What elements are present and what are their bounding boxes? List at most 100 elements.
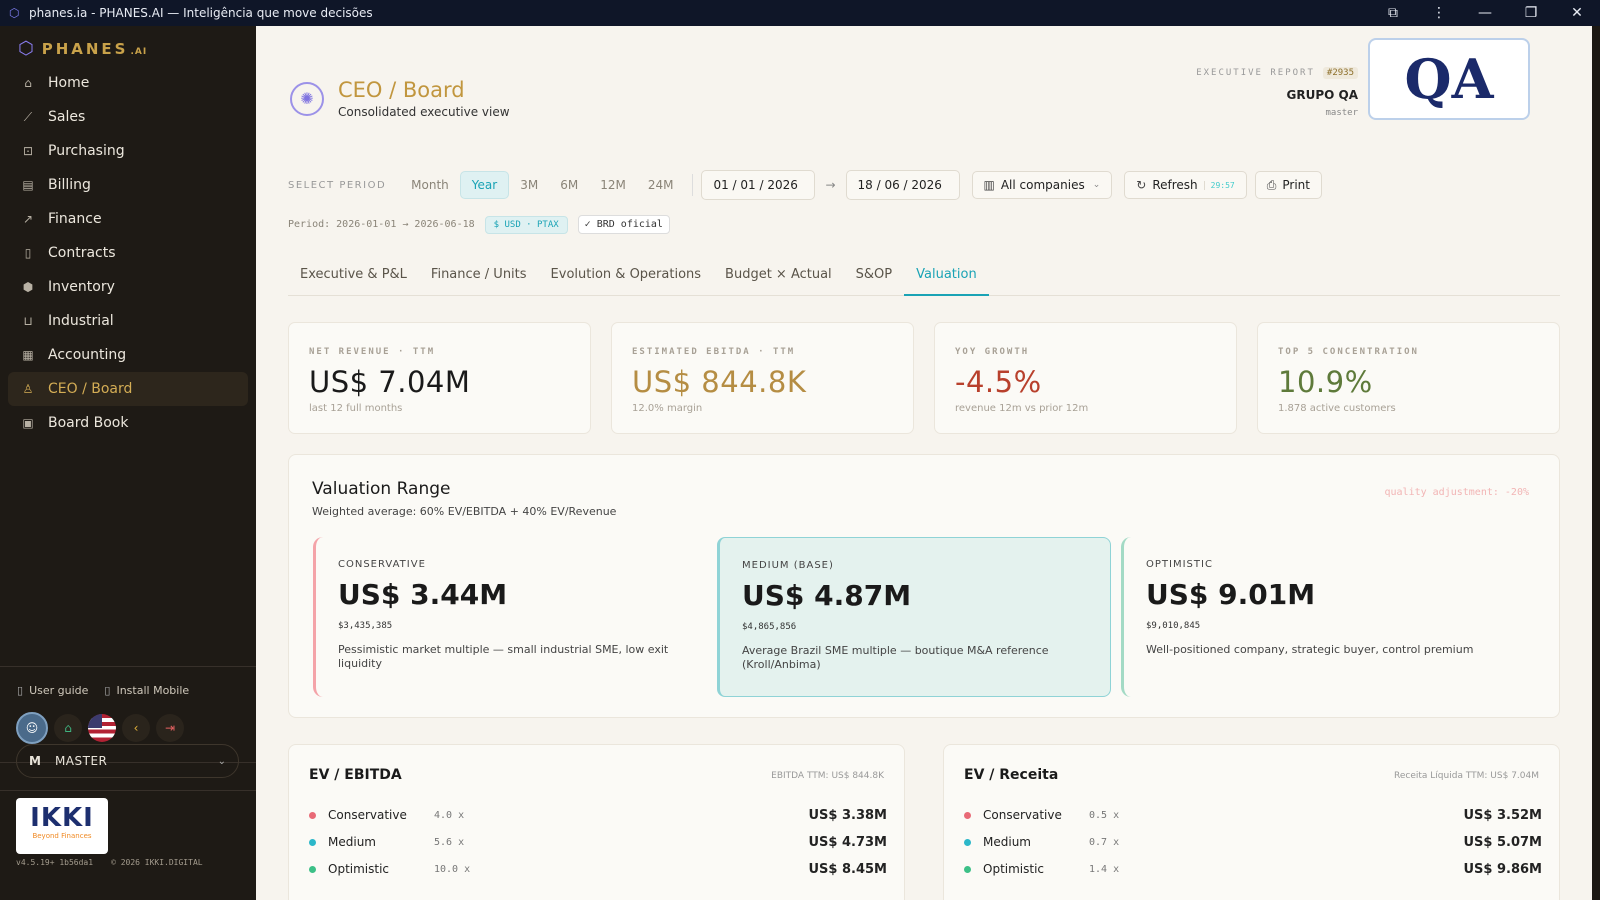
- print-button[interactable]: ⎙ Print: [1254, 171, 1322, 199]
- network-icon: ✺: [290, 81, 324, 116]
- sidebar-divider: [0, 666, 256, 667]
- scenario-value: US$ 4.87M: [742, 579, 912, 612]
- kpi-subtext: 1.878 active customers: [1278, 403, 1396, 414]
- tab-valuation[interactable]: Valuation: [904, 262, 989, 296]
- sidebar-item-sales[interactable]: ⟋ Sales: [8, 100, 248, 134]
- status-dot: [964, 865, 971, 873]
- ev-row-amount: US$ 4.73M: [808, 834, 887, 850]
- sidebar-item-label: Industrial: [48, 313, 114, 329]
- scenario-label: OPTIMISTIC: [1146, 559, 1213, 570]
- sidebar-item-industrial[interactable]: ⊔ Industrial: [8, 304, 248, 338]
- tab-budget-actual[interactable]: Budget × Actual: [713, 262, 844, 296]
- scenario-exact-value: $3,435,385: [338, 621, 393, 631]
- user-guide-link[interactable]: ▯ User guide: [17, 684, 88, 697]
- tab-finance-units[interactable]: Finance / Units: [419, 262, 539, 296]
- chart-line-icon: ⟋: [23, 109, 33, 124]
- period-info: Period: 2026-01-01 → 2026-06-18 $ USD · …: [288, 215, 670, 234]
- restore-button[interactable]: ❐: [1508, 0, 1554, 26]
- sidebar-item-label: Inventory: [48, 279, 115, 295]
- sidebar-item-contracts[interactable]: ▯ Contracts: [8, 236, 248, 270]
- sidebar-item-home[interactable]: ⌂ Home: [8, 66, 248, 100]
- sidebar-item-label: Purchasing: [48, 143, 125, 159]
- report-number-badge: #2935: [1322, 67, 1358, 79]
- ledger-icon: ▦: [22, 348, 34, 362]
- tab-executive-pl[interactable]: Executive & P&L: [288, 262, 419, 296]
- collapse-sidebar-icon[interactable]: ‹: [122, 714, 150, 742]
- ikki-tagline: Beyond Finances: [32, 832, 92, 840]
- refresh-label: Refresh: [1152, 178, 1198, 192]
- date-from-input[interactable]: 01 / 01 / 2026: [701, 170, 816, 200]
- sidebar-item-billing[interactable]: ▤ Billing: [8, 168, 248, 202]
- scenario-label: MEDIUM (BASE): [742, 560, 834, 571]
- period-chip-year[interactable]: Year: [459, 171, 510, 199]
- period-chip-3m[interactable]: 3M: [509, 172, 549, 198]
- scenario-description: Pessimistic market multiple — small indu…: [338, 643, 669, 670]
- user-avatar[interactable]: ☺: [16, 712, 48, 744]
- print-label: Print: [1282, 178, 1310, 192]
- ev-row-medium: Medium 5.6 x US$ 4.73M: [309, 832, 887, 852]
- scenario-description: Well-positioned company, strategic buyer…: [1146, 643, 1474, 656]
- brand-name: PHANES: [41, 39, 129, 58]
- report-tabs: Executive & P&L Finance / Units Evolutio…: [288, 262, 1560, 296]
- sidebar-item-accounting[interactable]: ▦ Accounting: [8, 338, 248, 372]
- period-chip-12m[interactable]: 12M: [589, 172, 637, 198]
- page-title: CEO / Board: [338, 78, 465, 102]
- sidebar-item-finance[interactable]: ↗ Finance: [8, 202, 248, 236]
- window-scrollbar[interactable]: [1592, 26, 1600, 900]
- period-chip-month[interactable]: Month: [400, 172, 460, 198]
- status-dot: [964, 811, 971, 819]
- period-range-text: Period: 2026-01-01 → 2026-06-18: [288, 219, 475, 230]
- brd-official-badge: ✓ BRD oficial: [577, 215, 670, 234]
- us-flag-icon[interactable]: [88, 714, 116, 742]
- status-dot: [964, 838, 971, 846]
- sidebar-footer: v4.5.19+ 1b56da1 © 2026 IKKI.DIGITAL: [16, 858, 203, 867]
- executive-report-info: EXECUTIVE REPORT #2935 GRUPO QA master: [1196, 67, 1358, 118]
- window-titlebar: ⬡ phanes.ia - PHANES.AI — Inteligência q…: [0, 0, 1600, 26]
- period-chip-6m[interactable]: 6M: [549, 172, 589, 198]
- page-subtitle: Consolidated executive view: [338, 105, 510, 119]
- extensions-icon[interactable]: ⧉: [1370, 0, 1416, 26]
- sidebar-item-label: Board Book: [48, 415, 129, 431]
- ev-receita-ttm: Receita Líquida TTM: US$ 7.04M: [1394, 771, 1539, 781]
- ev-row-amount: US$ 5.07M: [1463, 834, 1542, 850]
- companies-select[interactable]: ▥ All companies ⌄: [971, 171, 1113, 199]
- logout-icon[interactable]: ⇥: [156, 714, 184, 742]
- kpi-card-ebitda: ESTIMATED EBITDA · TTM US$ 844.8K 12.0% …: [611, 322, 914, 434]
- master-selector[interactable]: M MASTER ⌄: [16, 744, 239, 778]
- ev-receita-card: EV / Receita Receita Líquida TTM: US$ 7.…: [943, 744, 1560, 900]
- companies-label: All companies: [1000, 178, 1085, 192]
- sidebar-logo[interactable]: ⬡ PHANES .AI: [18, 38, 147, 59]
- close-window-button[interactable]: ✕: [1554, 0, 1600, 26]
- ev-row-conservative: Conservative 4.0 x US$ 3.38M: [309, 805, 887, 825]
- kpi-label: ESTIMATED EBITDA · TTM: [632, 347, 796, 357]
- brand-suffix: .AI: [130, 46, 148, 57]
- sidebar-item-purchasing[interactable]: ⊡ Purchasing: [8, 134, 248, 168]
- kpi-subtext: 12.0% margin: [632, 403, 703, 414]
- ev-ebitda-title: EV / EBITDA: [309, 767, 402, 783]
- install-mobile-link[interactable]: ▯ Install Mobile: [104, 684, 189, 697]
- sidebar-item-inventory[interactable]: ⬢ Inventory: [8, 270, 248, 304]
- company-icon[interactable]: ⌂: [54, 714, 82, 742]
- minimize-button[interactable]: —: [1462, 0, 1508, 26]
- period-chip-24m[interactable]: 24M: [637, 172, 685, 198]
- tab-sop[interactable]: S&OP: [844, 262, 904, 296]
- tab-evolution-operations[interactable]: Evolution & Operations: [539, 262, 713, 296]
- client-logo: QA: [1368, 38, 1530, 120]
- refresh-button[interactable]: ↻ Refresh 29:57: [1124, 171, 1247, 199]
- sidebar-item-ceo-board[interactable]: ♙ CEO / Board: [8, 372, 248, 406]
- scenario-value: US$ 3.44M: [338, 578, 508, 611]
- sidebar-divider: [0, 790, 256, 791]
- date-to-input[interactable]: 18 / 06 / 2026: [845, 170, 960, 200]
- sidebar: ⬡ PHANES .AI ⌂ Home ⟋ Sales ⊡ Purchasing ▤ Bi…: [0, 26, 256, 900]
- sidebar-item-board-book[interactable]: ▣ Board Book: [8, 406, 248, 440]
- phanes-logo-icon: ⬡: [18, 38, 34, 59]
- more-menu-icon[interactable]: ⋮: [1416, 0, 1462, 26]
- ev-row-multiple: 10.0 x: [434, 863, 471, 875]
- user-name: master: [1325, 108, 1358, 118]
- document-icon: ▯: [24, 246, 32, 260]
- select-period-label: SELECT PERIOD: [288, 179, 387, 191]
- period-selector: SELECT PERIOD Month Year 3M 6M 12M 24M 0…: [288, 170, 1322, 200]
- exec-report-label: EXECUTIVE REPORT: [1196, 68, 1315, 78]
- kpi-label: NET REVENUE · TTM: [309, 347, 436, 357]
- kpi-value: -4.5%: [955, 365, 1042, 399]
